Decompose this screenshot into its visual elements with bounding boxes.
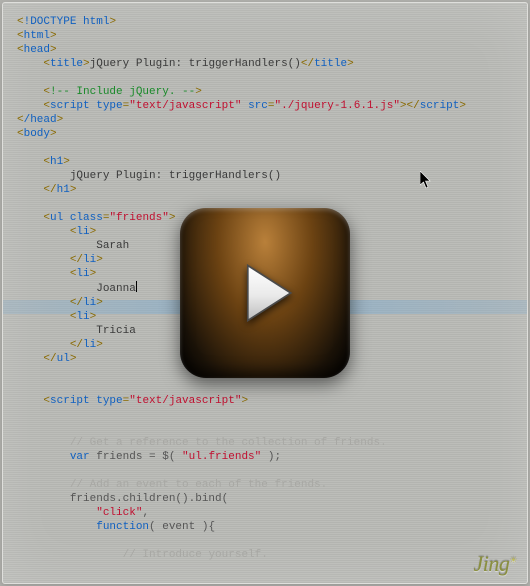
- li-open-2: li: [76, 268, 89, 280]
- li-close-2: li: [83, 297, 96, 309]
- play-button[interactable]: [180, 208, 350, 378]
- script-jquery-open: script: [50, 100, 90, 112]
- js-comment-1: // Get a reference to the collection of …: [70, 437, 387, 449]
- title-close-tag: title: [314, 58, 347, 70]
- script-inline-open: script: [50, 395, 90, 407]
- li-open-1: li: [76, 226, 89, 238]
- friend-name-2: Joanna: [96, 283, 136, 295]
- li-close-1: li: [83, 254, 96, 266]
- include-jquery-comment: !-- Include jQuery. --: [50, 86, 195, 98]
- js-bind-call: friends.children().bind(: [70, 493, 228, 505]
- li-open-3: li: [76, 311, 89, 323]
- text-caret: [136, 281, 137, 292]
- js-comment-2: // Add an event to each of the friends.: [70, 479, 327, 491]
- head-close-tag: /head: [24, 114, 57, 126]
- video-thumbnail-frame: <!DOCTYPE html> <html> <head> <title>jQu…: [2, 2, 528, 584]
- play-icon: [222, 250, 308, 336]
- script-jquery-close: script: [420, 100, 460, 112]
- ul-close-tag: ul: [57, 353, 70, 365]
- js-function-keyword: function: [96, 521, 149, 533]
- li-close-3: li: [83, 339, 96, 351]
- head-open-tag: head: [24, 44, 50, 56]
- body-open-tag: body: [24, 128, 50, 140]
- js-comment-3: // Introduce yourself.: [123, 549, 268, 561]
- ul-open-tag: ul: [50, 212, 63, 224]
- js-var-keyword: var: [70, 451, 90, 463]
- html-open-tag: html: [24, 30, 50, 42]
- friend-name-3: Tricia: [96, 325, 136, 337]
- h1-close-tag: h1: [57, 184, 70, 196]
- title-open-tag: title: [50, 58, 83, 70]
- jing-logo: Jing☀: [474, 551, 517, 577]
- h1-body-text: jQuery Plugin: triggerHandlers(): [70, 170, 281, 182]
- jing-logo-text: Jing: [474, 551, 510, 576]
- h1-open-tag: h1: [50, 156, 63, 168]
- friend-name-1: Sarah: [96, 240, 129, 252]
- jing-sun-icon: ☀: [509, 555, 517, 566]
- doctype-declaration: !DOCTYPE html: [24, 16, 110, 28]
- title-text: jQuery Plugin: triggerHandlers(): [90, 58, 301, 70]
